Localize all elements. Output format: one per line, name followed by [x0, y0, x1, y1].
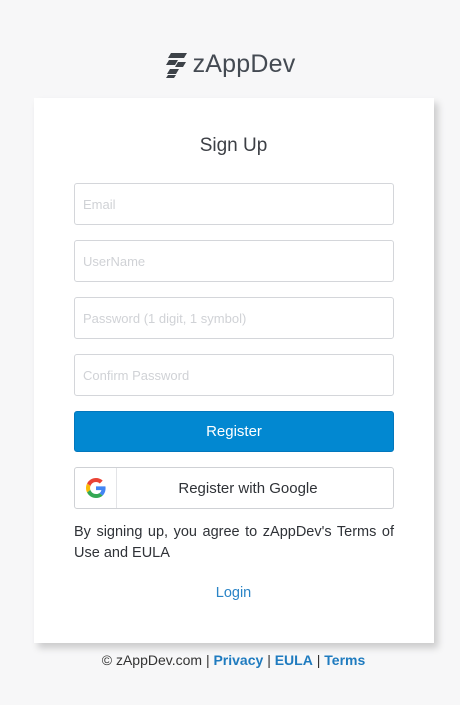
register-with-google-button[interactable]: Register with Google	[74, 467, 394, 509]
footer-privacy-link[interactable]: Privacy	[213, 652, 263, 668]
footer-eula-link[interactable]: EULA	[275, 652, 313, 668]
footer-copyright: © zAppDev.com	[101, 652, 203, 668]
terms-notice: By signing up, you agree to zAppDev's Te…	[74, 524, 394, 561]
zappdev-logo-icon	[165, 52, 187, 78]
footer-separator: |	[316, 652, 321, 668]
confirm-password-field[interactable]	[74, 354, 394, 396]
footer-separator: |	[205, 652, 210, 668]
footer-separator: |	[267, 652, 271, 668]
footer-terms-link[interactable]: Terms	[324, 652, 365, 668]
brand-logo: zAppDev	[0, 50, 460, 79]
google-icon-container	[75, 468, 117, 508]
username-field[interactable]	[74, 240, 394, 282]
google-button-label: Register with Google	[178, 479, 318, 497]
email-field[interactable]	[74, 183, 394, 225]
password-field[interactable]	[74, 297, 394, 339]
google-icon	[85, 478, 106, 498]
register-button[interactable]: Register	[74, 411, 394, 452]
footer: © zAppDev.com | Privacy | EULA | Terms	[0, 652, 460, 668]
login-link[interactable]: Login	[0, 585, 460, 601]
page-title: Sign Up	[199, 135, 268, 156]
brand-name: zAppDev	[192, 50, 296, 78]
